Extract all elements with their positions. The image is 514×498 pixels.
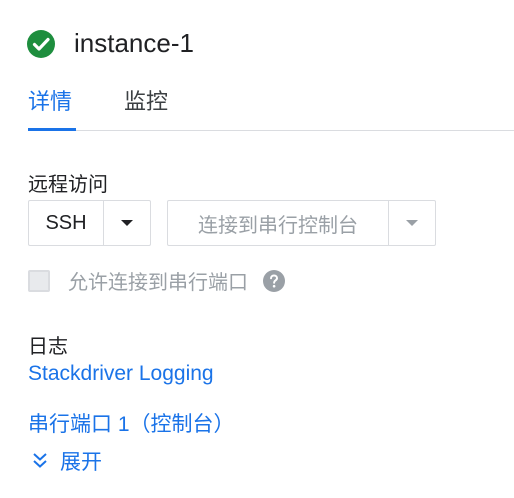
tabs-divider [28,130,514,131]
serial-console-label: 连接到串行控制台 [198,214,358,237]
instance-name: instance-1 [74,28,194,58]
expand-button[interactable]: 展开 [30,446,102,476]
caret-down-icon [406,220,418,226]
instance-header: instance-1 [26,28,194,59]
tab-bar: 详情 监控 [28,84,514,132]
ssh-button[interactable]: SSH [28,200,104,246]
serial-console-dropdown-button[interactable] [388,200,436,246]
check-circle-icon [27,29,55,58]
logs-label: 日志 [28,336,68,358]
ssh-button-label: SSH [45,211,87,234]
serial-console-button[interactable]: 连接到串行控制台 [167,200,389,246]
stackdriver-logging-link[interactable]: Stackdriver Logging [28,362,214,386]
allow-serial-label: 允许连接到串行端口 [68,272,248,294]
serial-port-1-link[interactable]: 串行端口 1（控制台） [28,408,235,438]
allow-serial-checkbox[interactable] [28,269,50,292]
tab-monitoring[interactable]: 监控 [124,84,168,116]
tab-details[interactable]: 详情 [28,84,72,116]
help-icon[interactable] [262,269,286,293]
double-chevron-down-icon [33,453,47,468]
expand-label: 展开 [60,451,102,474]
allow-serial-row: 允许连接到串行端口 [28,266,286,295]
caret-down-icon [121,220,133,226]
active-tab-indicator [28,128,76,131]
ssh-dropdown-button[interactable] [103,200,151,246]
remote-access-label: 远程访问 [28,174,108,196]
